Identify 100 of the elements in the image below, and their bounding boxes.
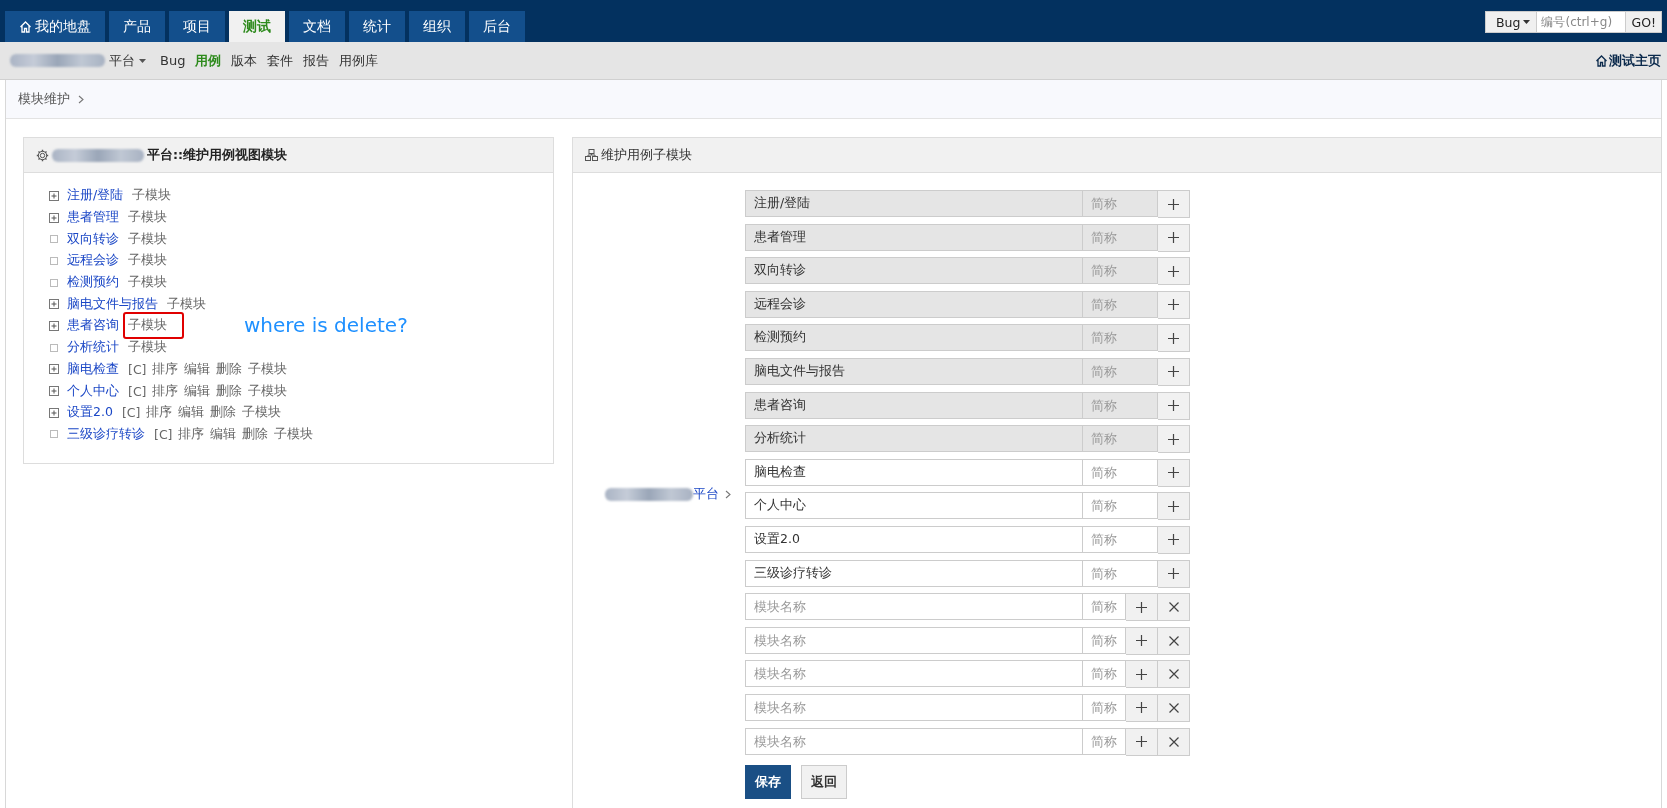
module-action-link[interactable]: 排序 [146, 404, 173, 422]
module-name-field[interactable]: 分析统计 [745, 425, 1083, 453]
short-name-field[interactable]: 简称 [1083, 626, 1126, 654]
short-name-field[interactable]: 简称 [1083, 257, 1158, 285]
short-name-field[interactable]: 简称 [1083, 391, 1158, 419]
add-button[interactable] [1158, 458, 1190, 487]
module-action-link[interactable]: 子模块 [128, 230, 167, 248]
module-link[interactable]: 脑电检查 [67, 360, 119, 378]
module-name-field[interactable]: 脑电检查 [745, 458, 1083, 486]
subnav-link[interactable]: Bug [160, 53, 186, 68]
module-action-link[interactable]: 子模块 [242, 404, 282, 422]
short-name-field[interactable]: 简称 [1083, 727, 1126, 755]
nav-tab[interactable]: 后台 [469, 11, 525, 42]
subnav-link[interactable]: 用例 [195, 51, 222, 70]
module-action-link[interactable]: 子模块 [128, 317, 167, 335]
product-name[interactable]: 平台 [109, 51, 135, 70]
module-action-link[interactable]: 子模块 [128, 209, 167, 227]
module-name-field[interactable]: 患者管理 [745, 223, 1083, 251]
module-link[interactable]: 双向转诊 [67, 230, 119, 248]
nav-tab[interactable]: 我的地盘 [5, 11, 105, 42]
add-button[interactable] [1126, 626, 1158, 655]
add-button[interactable] [1158, 190, 1190, 218]
module-action-link[interactable]: 编辑 [184, 360, 211, 378]
subnav-link[interactable]: 套件 [267, 51, 294, 70]
module-action-link[interactable]: 编辑 [178, 404, 205, 422]
module-link[interactable]: 脑电文件与报告 [67, 295, 158, 313]
short-name-field[interactable]: 简称 [1083, 425, 1158, 453]
module-action-link[interactable]: 排序 [178, 425, 205, 443]
module-name-field[interactable]: 模块名称 [745, 660, 1083, 688]
short-name-field[interactable]: 简称 [1083, 290, 1158, 318]
short-name-field[interactable]: 简称 [1083, 693, 1126, 721]
module-name-field[interactable]: 模块名称 [745, 727, 1083, 755]
module-action-link[interactable]: 删除 [216, 360, 243, 378]
module-name-field[interactable]: 患者咨询 [745, 391, 1083, 419]
module-name-field[interactable]: 模块名称 [745, 626, 1083, 654]
module-action-link[interactable]: 编辑 [184, 382, 211, 400]
path-link[interactable]: 平台 [693, 486, 719, 504]
add-button[interactable] [1158, 391, 1190, 420]
short-name-field[interactable]: 简称 [1083, 559, 1158, 587]
nav-tab[interactable]: 统计 [349, 11, 405, 42]
module-link[interactable]: 注册/登陆 [67, 187, 124, 205]
nav-tab[interactable]: 项目 [169, 11, 225, 42]
module-action-link[interactable]: 子模块 [132, 187, 172, 205]
subnav-link[interactable]: 报告 [303, 51, 330, 70]
module-name-field[interactable]: 设置2.0 [745, 525, 1083, 553]
module-link[interactable]: 检测预约 [67, 274, 119, 292]
module-action-link[interactable]: [C] [121, 405, 141, 421]
id-search-field[interactable]: 编号(ctrl+g) [1537, 11, 1626, 33]
module-link[interactable]: 患者管理 [67, 209, 119, 227]
nav-tab[interactable]: 文档 [289, 11, 345, 42]
module-name-field[interactable]: 检测预约 [745, 324, 1083, 352]
module-action-link[interactable]: 删除 [210, 404, 237, 422]
breadcrumb-item[interactable]: 模块维护 [18, 90, 70, 108]
nav-tab[interactable]: 产品 [109, 11, 165, 42]
short-name-field[interactable]: 简称 [1083, 324, 1158, 352]
save-button[interactable]: 保存 [745, 765, 791, 800]
short-name-field[interactable]: 简称 [1083, 223, 1158, 251]
module-link[interactable]: 患者咨询 [67, 317, 119, 335]
module-link[interactable]: 设置2.0 [67, 404, 113, 422]
short-name-field[interactable]: 简称 [1083, 525, 1158, 553]
short-name-field[interactable]: 简称 [1083, 458, 1158, 486]
module-action-link[interactable]: 编辑 [210, 425, 237, 443]
add-button[interactable] [1158, 290, 1190, 319]
module-action-link[interactable]: 排序 [152, 382, 179, 400]
add-button[interactable] [1158, 525, 1190, 554]
module-name-field[interactable]: 模块名称 [745, 593, 1083, 621]
short-name-field[interactable]: 简称 [1083, 492, 1158, 520]
module-name-field[interactable]: 三级诊疗转诊 [745, 559, 1083, 587]
module-action-link[interactable]: 子模块 [248, 382, 288, 400]
module-name-field[interactable]: 双向转诊 [745, 257, 1083, 285]
module-name-field[interactable]: 脑电文件与报告 [745, 357, 1083, 385]
module-action-link[interactable]: 子模块 [128, 339, 167, 357]
module-link[interactable]: 三级诊疗转诊 [67, 425, 145, 443]
short-name-field[interactable]: 简称 [1083, 190, 1158, 217]
add-button[interactable] [1158, 492, 1190, 521]
module-action-link[interactable]: 子模块 [128, 252, 167, 270]
add-button[interactable] [1158, 559, 1190, 588]
module-link[interactable]: 远程会诊 [67, 252, 119, 270]
short-name-field[interactable]: 简称 [1083, 357, 1158, 385]
add-button[interactable] [1126, 593, 1158, 622]
module-link[interactable]: 分析统计 [67, 339, 119, 357]
short-name-field[interactable]: 简称 [1083, 660, 1126, 688]
back-button[interactable]: 返回 [801, 765, 847, 800]
module-action-link[interactable]: 删除 [216, 382, 243, 400]
add-button[interactable] [1126, 693, 1158, 722]
short-name-field[interactable]: 简称 [1083, 593, 1126, 621]
add-button[interactable] [1158, 257, 1190, 286]
module-link[interactable]: 个人中心 [67, 382, 119, 400]
module-action-link[interactable]: 子模块 [248, 360, 288, 378]
module-name-field[interactable]: 远程会诊 [745, 290, 1083, 318]
module-action-link[interactable]: [C] [154, 426, 173, 442]
add-button[interactable] [1158, 324, 1190, 353]
module-name-field[interactable]: 个人中心 [745, 492, 1083, 520]
subnav-link[interactable]: 用例库 [339, 51, 379, 70]
nav-tab[interactable]: 测试 [229, 11, 285, 42]
module-action-link[interactable]: 子模块 [167, 295, 206, 313]
test-home-link[interactable]: 测试主页 [1595, 51, 1661, 70]
module-name-field[interactable]: 模块名称 [745, 693, 1083, 721]
nav-tab[interactable]: 组织 [409, 11, 465, 42]
add-button[interactable] [1158, 425, 1190, 454]
